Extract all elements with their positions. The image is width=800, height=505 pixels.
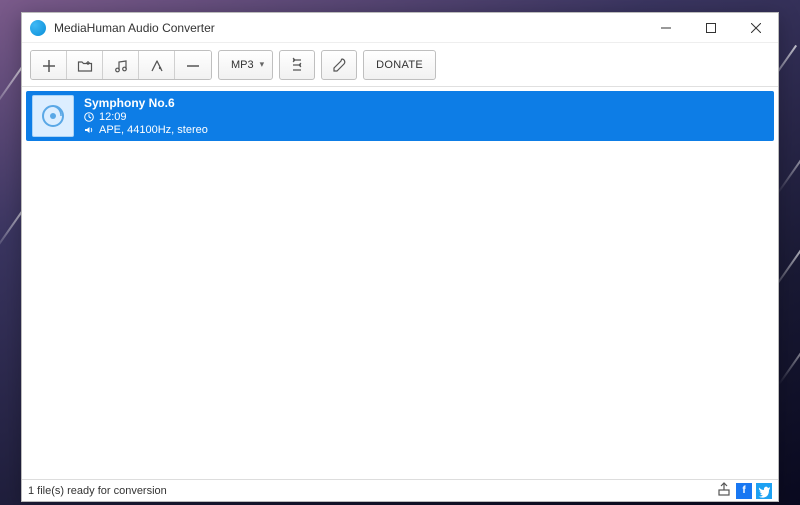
statusbar: 1 file(s) ready for conversion f xyxy=(22,479,778,501)
track-format-row: APE, 44100Hz, stereo xyxy=(84,124,208,136)
titlebar[interactable]: MediaHuman Audio Converter xyxy=(22,13,778,43)
track-info: Symphony No.6 12:09 APE, 44100Hz, stereo xyxy=(84,96,208,136)
donate-button[interactable]: DONATE xyxy=(363,50,436,80)
remove-icon xyxy=(185,58,201,74)
facebook-icon: f xyxy=(742,485,745,496)
itunes-button[interactable] xyxy=(103,51,139,80)
add-button[interactable] xyxy=(31,51,67,80)
minimize-icon xyxy=(661,23,671,33)
add-icon xyxy=(41,58,57,74)
app-window: MediaHuman Audio Converter xyxy=(21,12,779,502)
window-controls xyxy=(643,13,778,43)
track-row[interactable]: Symphony No.6 12:09 APE, 44100Hz, stereo xyxy=(26,91,774,141)
music-disc-icon xyxy=(39,102,67,130)
chevron-down-icon: ▾ xyxy=(260,59,265,70)
locate-button[interactable] xyxy=(279,50,315,80)
wrench-icon xyxy=(331,57,347,73)
window-title: MediaHuman Audio Converter xyxy=(54,21,643,35)
toolbar-group-main xyxy=(30,50,212,80)
export-button[interactable] xyxy=(716,481,732,500)
folder-icon xyxy=(77,58,93,74)
export-icon xyxy=(716,481,732,497)
track-title: Symphony No.6 xyxy=(84,96,208,110)
facebook-button[interactable]: f xyxy=(736,483,752,499)
settings-button[interactable] xyxy=(321,50,357,80)
app-icon xyxy=(30,20,46,36)
format-select[interactable]: MP3 ▾ xyxy=(218,50,273,80)
format-label: MP3 xyxy=(231,59,254,71)
maximize-button[interactable] xyxy=(688,13,733,43)
twitter-icon xyxy=(756,483,772,499)
donate-label: DONATE xyxy=(376,59,423,71)
clock-icon xyxy=(84,112,94,122)
track-duration-row: 12:09 xyxy=(84,111,208,123)
status-icons: f xyxy=(716,481,772,500)
search-icon xyxy=(289,57,305,73)
speaker-icon xyxy=(84,125,94,135)
add-folder-button[interactable] xyxy=(67,51,103,80)
convert-button[interactable] xyxy=(139,51,175,80)
close-icon xyxy=(751,23,761,33)
twitter-button[interactable] xyxy=(756,483,772,499)
minimize-button[interactable] xyxy=(643,13,688,43)
remove-button[interactable] xyxy=(175,51,211,80)
track-duration: 12:09 xyxy=(99,111,127,123)
maximize-icon xyxy=(706,23,716,33)
toolbar: MP3 ▾ DONATE xyxy=(22,43,778,87)
track-format: APE, 44100Hz, stereo xyxy=(99,124,208,136)
music-note-icon xyxy=(113,58,129,74)
close-button[interactable] xyxy=(733,13,778,43)
status-text: 1 file(s) ready for conversion xyxy=(28,485,167,497)
track-thumbnail xyxy=(32,95,74,137)
convert-icon xyxy=(149,58,165,74)
track-list[interactable]: Symphony No.6 12:09 APE, 44100Hz, stereo xyxy=(22,87,778,479)
